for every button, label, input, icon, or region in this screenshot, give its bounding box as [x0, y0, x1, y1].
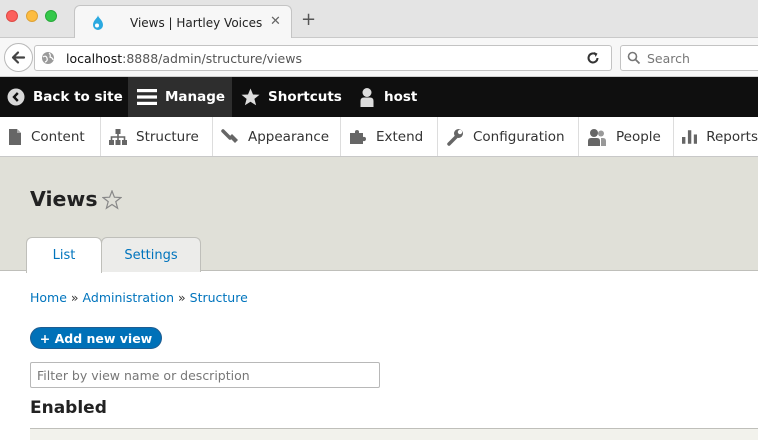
- tray-item-structure[interactable]: Structure: [101, 117, 213, 156]
- tray-item-label: Structure: [136, 128, 199, 145]
- search-icon: [627, 51, 641, 65]
- url-bar[interactable]: localhost:8888/admin/structure/views: [34, 45, 612, 71]
- browser-tab[interactable]: Views | Hartley Voices ✕: [74, 5, 292, 39]
- tab-title: Views | Hartley Voices: [130, 16, 263, 30]
- globe-icon: [42, 52, 54, 64]
- search-placeholder: Search: [647, 51, 690, 66]
- add-new-view-button[interactable]: + Add new view: [30, 327, 162, 349]
- tray-item-label: Extend: [376, 128, 424, 145]
- manage-tab[interactable]: Manage: [128, 77, 232, 117]
- manage-tray: Content Structure Appearance Extend Conf…: [0, 117, 758, 157]
- breadcrumb-separator: »: [178, 290, 186, 305]
- chevron-left-circle-icon: [7, 88, 25, 106]
- puzzle-icon: [350, 129, 366, 144]
- tab-settings[interactable]: Settings: [101, 237, 201, 272]
- page-header-region: Views List Settings: [0, 157, 758, 273]
- user-label: host: [384, 89, 418, 105]
- manage-label: Manage: [165, 89, 226, 105]
- people-icon: [588, 128, 606, 146]
- tab-close-icon[interactable]: ✕: [270, 14, 281, 29]
- breadcrumb-separator: »: [70, 290, 79, 305]
- brush-icon: [221, 128, 238, 143]
- tray-item-label: Content: [31, 128, 85, 145]
- wrench-icon: [447, 128, 463, 146]
- drupal-favicon-icon: [93, 15, 103, 30]
- url-path: :8888/admin/structure/views: [122, 51, 302, 66]
- browser-search-input[interactable]: Search: [620, 45, 758, 71]
- reload-icon[interactable]: [585, 50, 601, 66]
- admin-toolbar: Back to site Manage Shortcuts host: [0, 77, 758, 117]
- tray-item-people[interactable]: People: [579, 117, 674, 156]
- back-to-site-link[interactable]: Back to site: [7, 77, 123, 117]
- enabled-section-title: Enabled: [30, 398, 107, 418]
- browser-titlebar: Views | Hartley Voices ✕ +: [0, 0, 758, 39]
- tray-item-extend[interactable]: Extend: [341, 117, 438, 156]
- url-text: localhost:8888/admin/structure/views: [66, 51, 302, 66]
- user-tab[interactable]: host: [358, 77, 417, 117]
- back-to-site-label: Back to site: [33, 89, 123, 105]
- user-icon: [360, 88, 374, 107]
- tray-item-appearance[interactable]: Appearance: [213, 117, 341, 156]
- close-window-button[interactable]: [6, 10, 18, 22]
- back-button[interactable]: [4, 43, 33, 72]
- tray-item-label: Reports: [706, 128, 758, 145]
- breadcrumb: Home » Administration » Structure: [30, 290, 248, 305]
- tray-item-label: Appearance: [248, 128, 330, 145]
- sitemap-icon: [109, 128, 127, 145]
- breadcrumb-administration[interactable]: Administration: [83, 290, 174, 305]
- filter-views-input[interactable]: [30, 362, 380, 388]
- new-tab-button[interactable]: +: [301, 11, 316, 29]
- tray-item-content[interactable]: Content: [0, 117, 101, 156]
- bar-chart-icon: [682, 129, 698, 144]
- breadcrumb-structure[interactable]: Structure: [190, 290, 248, 305]
- enabled-views-table-header: [30, 428, 758, 440]
- file-icon: [9, 128, 21, 145]
- tray-item-reports[interactable]: Reports: [674, 117, 758, 156]
- shortcut-star-icon[interactable]: [102, 190, 122, 210]
- minimize-window-button[interactable]: [26, 10, 38, 22]
- tab-list[interactable]: List: [26, 237, 102, 273]
- page-title: Views: [30, 187, 98, 211]
- tray-item-label: Configuration: [473, 128, 565, 145]
- breadcrumb-home[interactable]: Home: [30, 290, 67, 305]
- maximize-window-button[interactable]: [45, 10, 57, 22]
- shortcuts-tab[interactable]: Shortcuts: [241, 77, 342, 117]
- arrow-left-icon: [11, 51, 26, 64]
- hamburger-menu-icon: [137, 89, 157, 105]
- tray-item-configuration[interactable]: Configuration: [438, 117, 579, 156]
- url-host: localhost: [66, 51, 123, 66]
- browser-navbar: localhost:8888/admin/structure/views Sea…: [0, 38, 758, 77]
- tray-item-label: People: [616, 128, 661, 145]
- star-icon: [241, 88, 260, 106]
- shortcuts-label: Shortcuts: [268, 89, 342, 105]
